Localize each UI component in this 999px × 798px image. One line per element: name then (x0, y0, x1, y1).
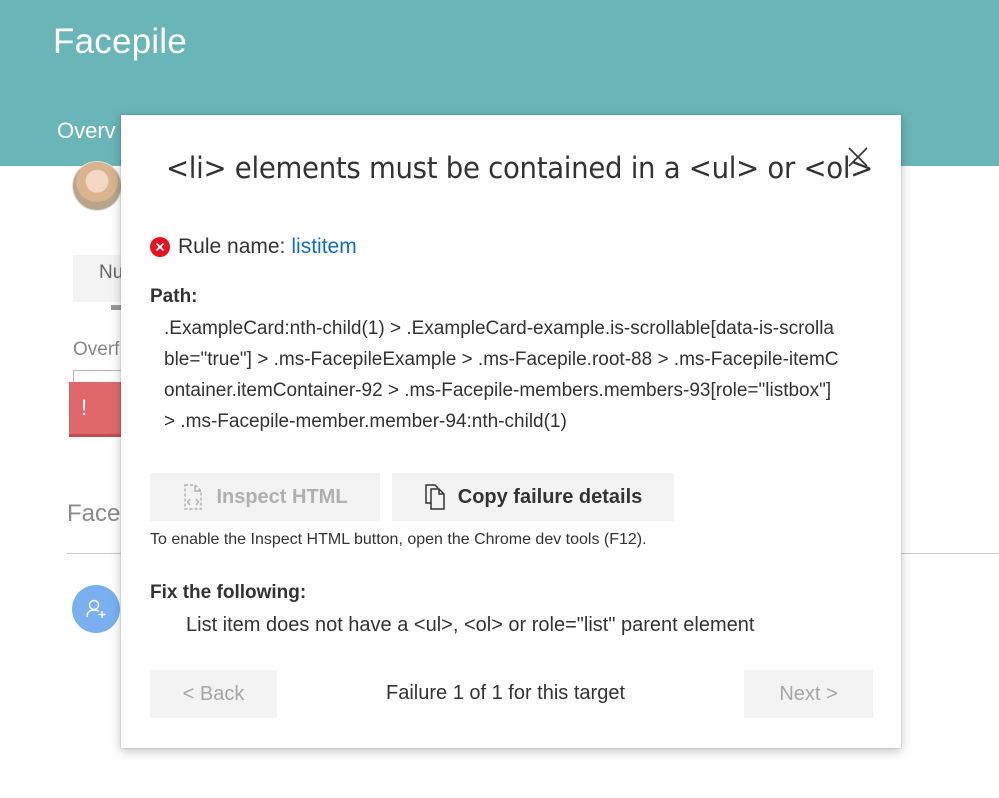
failure-details-dialog: <li> elements must be contained in a <ul… (121, 115, 901, 748)
slider-label: Nu (99, 262, 124, 283)
path-label: Path: (150, 286, 198, 307)
close-icon (848, 147, 868, 167)
rule-name-label: Rule name: (178, 235, 286, 258)
copy-icon (425, 484, 445, 510)
error-icon (150, 237, 170, 257)
rule-name-link[interactable]: listitem (291, 235, 356, 259)
tab-overview[interactable]: Overv (57, 118, 116, 144)
path-value: .ExampleCard:nth-child(1) > .ExampleCard… (164, 318, 839, 432)
rule-row: Rule name: listitem (150, 235, 357, 259)
inspect-html-button[interactable]: Inspect HTML (150, 473, 380, 521)
accessibility-error-badge[interactable]: ! (69, 382, 129, 437)
fix-label: Fix the following: (150, 582, 307, 603)
failure-counter: Failure 1 of 1 for this target (386, 682, 626, 704)
next-button[interactable]: Next > (744, 670, 873, 718)
back-button[interactable]: < Back (150, 670, 277, 718)
inspect-html-label: Inspect HTML (216, 485, 348, 508)
overflow-label: Overf (73, 339, 120, 360)
copy-failure-details-label: Copy failure details (457, 485, 643, 508)
avatar[interactable] (73, 162, 121, 210)
copy-failure-details-button[interactable]: Copy failure details (392, 473, 674, 521)
inspect-help-text: To enable the Inspect HTML button, open … (150, 531, 647, 548)
error-badge-icon: ! (80, 395, 88, 420)
fix-item: List item does not have a <ul>, <ol> or … (186, 614, 755, 636)
dialog-title: <li> elements must be contained in a <ul… (166, 151, 874, 185)
close-button[interactable] (846, 145, 870, 169)
inspect-html-icon (184, 484, 203, 510)
page-title: Facepile (53, 22, 187, 61)
add-person-button[interactable] (72, 585, 120, 633)
add-person-icon (86, 599, 106, 618)
